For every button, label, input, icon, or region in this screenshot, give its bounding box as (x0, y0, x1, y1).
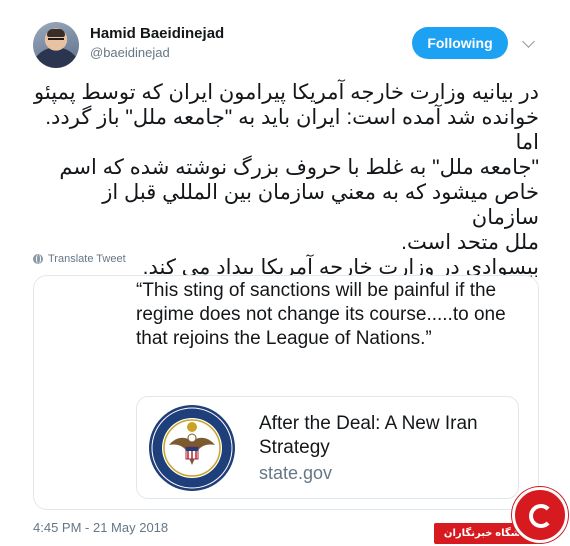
chevron-down-icon[interactable] (522, 35, 535, 48)
author-name[interactable]: Hamid Baeidinejad (90, 25, 224, 42)
tweet-text: در بيانيه وزارت خارجه آمريكا پيرامون اير… (34, 81, 539, 279)
avatar-hair (47, 29, 65, 37)
link-title[interactable]: After the Deal: A New Iran Strategy (259, 412, 499, 460)
link-preview-card[interactable]: After the Deal: A New Iran Strategy stat… (136, 396, 519, 499)
watermark-badge: باشگاه خبرنگاران (432, 487, 570, 546)
following-button[interactable]: Following (412, 27, 508, 59)
link-domain[interactable]: state.gov (259, 463, 332, 484)
globe-icon (33, 254, 43, 264)
translate-tweet-label: Translate Tweet (48, 253, 126, 265)
avatar-glasses (48, 38, 64, 42)
author-avatar[interactable] (33, 22, 79, 68)
quote-text: “This sting of sanctions will be painful… (136, 280, 506, 349)
quoted-card[interactable]: “This sting of sanctions will be painful… (33, 275, 539, 510)
watermark-logo-icon (512, 487, 568, 543)
author-handle[interactable]: @baeidinejad (90, 45, 170, 60)
us-department-of-state-seal-icon (149, 405, 235, 491)
tweet-timestamp[interactable]: 4:45 PM - 21 May 2018 (33, 520, 168, 535)
translate-tweet-link[interactable]: Translate Tweet (33, 253, 126, 265)
